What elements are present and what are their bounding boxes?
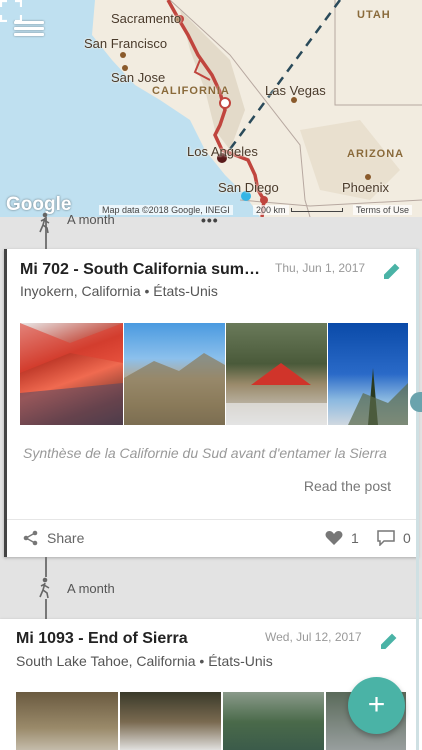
post-summary: Synthèse de la Californie du Sud avant d… xyxy=(23,445,387,461)
post-photo[interactable] xyxy=(124,323,225,425)
scrollbar-track xyxy=(416,249,419,750)
city-san-jose: San Jose xyxy=(111,70,166,85)
post-photo[interactable] xyxy=(223,692,324,750)
city-san-diego: San Diego xyxy=(218,180,279,195)
edit-icon[interactable] xyxy=(383,262,401,280)
fullscreen-icon[interactable] xyxy=(0,0,22,22)
city-sacramento: Sacramento xyxy=(111,11,182,26)
share-label: Share xyxy=(47,530,85,546)
map-terms-link[interactable]: Terms of Use xyxy=(353,205,413,215)
map-scale-label: 200 km xyxy=(253,205,289,215)
timeline-label: A month xyxy=(67,212,115,227)
post-date: Wed, Jul 12, 2017 xyxy=(265,630,362,644)
read-post-link[interactable]: Read the post xyxy=(304,478,391,494)
hiker-icon xyxy=(39,212,50,234)
map-scale-bar xyxy=(291,208,343,212)
card-divider xyxy=(7,519,418,520)
like-count: 1 xyxy=(351,530,359,546)
add-post-button[interactable]: + xyxy=(348,677,405,734)
edit-icon[interactable] xyxy=(380,632,398,650)
heart-icon xyxy=(325,531,343,545)
trip-map[interactable]: Sacramento San Francisco San Jose CALIFO… xyxy=(0,0,422,217)
post-photo[interactable] xyxy=(120,692,221,750)
hiker-icon xyxy=(35,577,55,599)
city-phoenix: Phoenix xyxy=(342,180,389,195)
city-marker xyxy=(120,52,126,58)
post-date: Thu, Jun 1, 2017 xyxy=(275,261,366,275)
post-location: Inyokern, California • États-Unis xyxy=(20,283,218,299)
post-photo[interactable] xyxy=(328,323,408,425)
post-card[interactable]: Mi 702 - South California summ... Thu, J… xyxy=(4,249,418,668)
comment-count: 0 xyxy=(403,530,411,546)
city-san-francisco: San Francisco xyxy=(84,36,168,51)
like-button[interactable]: 1 xyxy=(325,530,359,546)
post-title[interactable]: Mi 1093 - End of Sierra xyxy=(16,630,256,648)
post-location: South Lake Tahoe, California • États-Uni… xyxy=(16,653,273,669)
comment-icon xyxy=(377,530,395,546)
state-utah: UTAH xyxy=(357,9,391,21)
post-photo[interactable] xyxy=(16,692,118,750)
share-button[interactable]: Share xyxy=(23,530,84,546)
share-icon xyxy=(23,530,38,546)
city-los-angeles: Los Angeles xyxy=(187,144,258,159)
state-arizona: ARIZONA xyxy=(347,148,405,160)
post-title[interactable]: Mi 702 - South California summ... xyxy=(20,261,270,279)
post-photo[interactable] xyxy=(20,323,123,425)
comment-button[interactable]: 0 xyxy=(377,530,411,546)
timeline-label: A month xyxy=(67,581,115,596)
city-las-vegas: Las Vegas xyxy=(265,83,326,98)
drag-handle-icon[interactable]: ••• xyxy=(201,212,219,228)
state-california: CALIFORNIA xyxy=(152,85,230,97)
post-photo[interactable] xyxy=(226,323,327,425)
